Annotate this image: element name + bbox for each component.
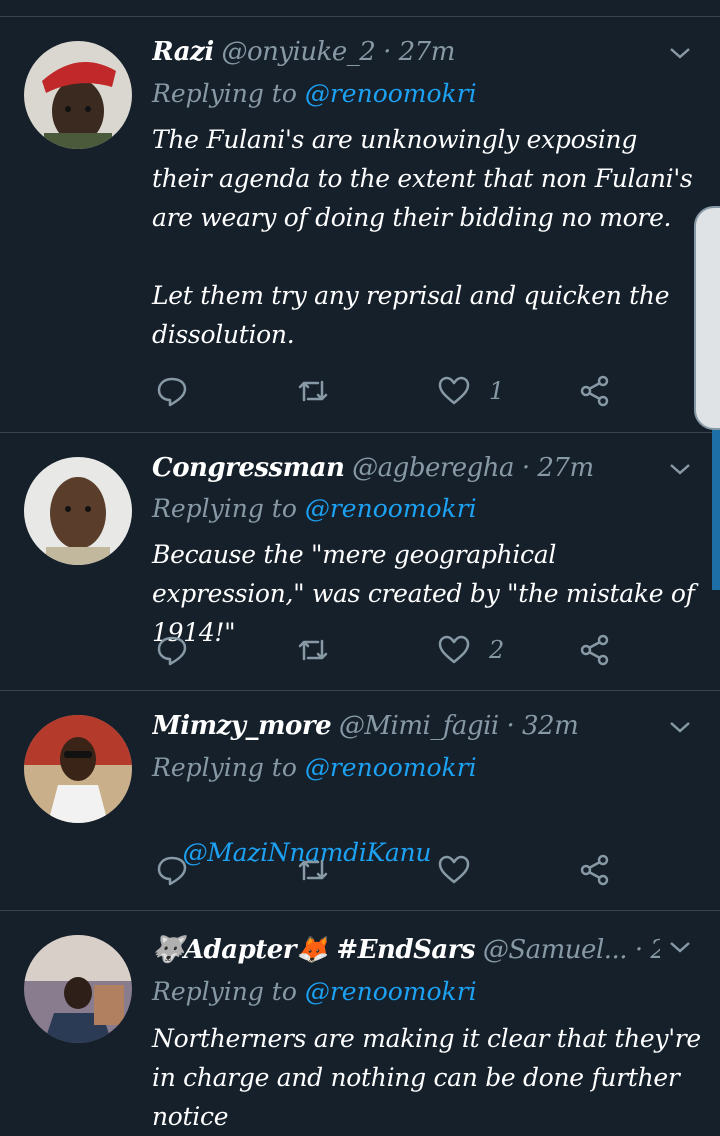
tweet-header: Congressman @agberegha · 27m: [152, 451, 660, 485]
share-button[interactable]: [578, 371, 612, 411]
share-button[interactable]: [578, 630, 612, 670]
reply-icon: [157, 856, 187, 886]
tweet-menu-button[interactable]: [668, 935, 692, 959]
share-icon: [580, 634, 609, 666]
tweet[interactable]: 🐺Adapter🦊 #EndSars @Samuel... · 26m Repl…: [0, 911, 720, 1133]
replying-to-label: Replying to: [152, 494, 305, 523]
user-handle[interactable]: @onyiuke_2: [221, 37, 375, 67]
timestamp[interactable]: 32m: [522, 711, 579, 741]
share-icon: [580, 854, 609, 886]
chevron-down-icon: [670, 464, 690, 475]
replying-to: Replying to @renoomokri: [152, 77, 477, 111]
user-handle[interactable]: @Samuel...: [483, 935, 628, 965]
avatar[interactable]: [24, 41, 132, 149]
tweet-menu-button[interactable]: [668, 457, 692, 481]
retweet-button[interactable]: [296, 850, 330, 890]
chevron-down-icon: [670, 48, 690, 59]
replying-to-label: Replying to: [152, 79, 305, 108]
replying-to-mention[interactable]: @renoomokri: [305, 79, 477, 108]
tweet-text: @MaziNnamdiKanu: [152, 794, 702, 911]
avatar[interactable]: [24, 715, 132, 823]
timestamp[interactable]: 27m: [537, 453, 594, 483]
tweet-text: The Fulani's are unknowingly exposing th…: [152, 125, 693, 349]
tweet-header: 🐺Adapter🦊 #EndSars @Samuel... · 26m: [152, 933, 660, 967]
timestamp[interactable]: 26m: [650, 935, 660, 965]
display-name[interactable]: Razi: [152, 37, 214, 67]
tweet[interactable]: Congressman @agberegha · 27m Replying to…: [0, 433, 720, 690]
tweet-text: Because the "mere geographical expressio…: [152, 540, 703, 647]
like-button[interactable]: 1: [437, 371, 504, 411]
like-button[interactable]: [437, 850, 471, 890]
separator-dot: ·: [506, 711, 515, 741]
replying-to: Replying to @renoomokri: [152, 492, 477, 526]
reply-icon: [157, 636, 187, 666]
replying-to-mention[interactable]: @renoomokri: [305, 753, 477, 782]
tweet[interactable]: Mimzy_more @Mimi_fagii · 32m Replying to…: [0, 691, 720, 910]
retweet-button[interactable]: [296, 630, 330, 670]
tweet-header: Razi @onyiuke_2 · 27m: [152, 35, 660, 69]
retweet-icon: [298, 859, 328, 881]
tweet-text: Northerners are making it clear that the…: [152, 1024, 709, 1131]
user-handle[interactable]: @Mimi_fagii: [339, 711, 499, 741]
replying-to: Replying to @renoomokri: [152, 975, 477, 1009]
user-handle[interactable]: @agberegha: [352, 453, 514, 483]
chevron-down-icon: [670, 722, 690, 733]
replying-to-mention[interactable]: @renoomokri: [305, 977, 477, 1006]
replying-to-mention[interactable]: @renoomokri: [305, 494, 477, 523]
replying-to-label: Replying to: [152, 753, 305, 782]
reply-button[interactable]: [155, 850, 189, 890]
avatar-image: [24, 41, 132, 149]
tweet-menu-button[interactable]: [668, 715, 692, 739]
like-count: 2: [489, 636, 505, 664]
retweet-icon: [298, 380, 328, 402]
share-button[interactable]: [578, 850, 612, 890]
avatar[interactable]: [24, 457, 132, 565]
timestamp[interactable]: 27m: [399, 37, 456, 67]
replying-to: Replying to @renoomokri: [152, 751, 477, 785]
separator-dot: ·: [634, 935, 643, 965]
separator-dot: ·: [521, 453, 530, 483]
replying-to-label: Replying to: [152, 977, 305, 1006]
retweet-icon: [298, 639, 328, 661]
like-button[interactable]: 2: [437, 630, 504, 670]
share-icon: [580, 375, 609, 407]
reply-button[interactable]: [155, 630, 189, 670]
display-name[interactable]: Congressman: [152, 453, 345, 483]
display-name[interactable]: Mimzy_more: [152, 711, 332, 741]
heart-icon: [438, 855, 470, 884]
chevron-down-icon: [670, 942, 690, 953]
avatar-image: [24, 935, 132, 1043]
like-count: 1: [489, 377, 505, 405]
heart-icon: [438, 635, 470, 664]
avatar-image: [24, 715, 132, 823]
reply-button[interactable]: [155, 371, 189, 411]
avatar[interactable]: [24, 935, 132, 1043]
tweet-header: Mimzy_more @Mimi_fagii · 32m: [152, 709, 660, 743]
retweet-button[interactable]: [296, 371, 330, 411]
avatar-image: [24, 457, 132, 565]
reply-icon: [157, 377, 187, 407]
tweet-menu-button[interactable]: [668, 41, 692, 65]
heart-icon: [438, 376, 470, 405]
separator-dot: ·: [383, 37, 391, 67]
tweet[interactable]: Razi @onyiuke_2 · 27m Replying to @renoo…: [0, 17, 720, 432]
display-name[interactable]: 🐺Adapter🦊 #EndSars: [152, 935, 476, 965]
scrollbar-handle[interactable]: [694, 206, 720, 430]
